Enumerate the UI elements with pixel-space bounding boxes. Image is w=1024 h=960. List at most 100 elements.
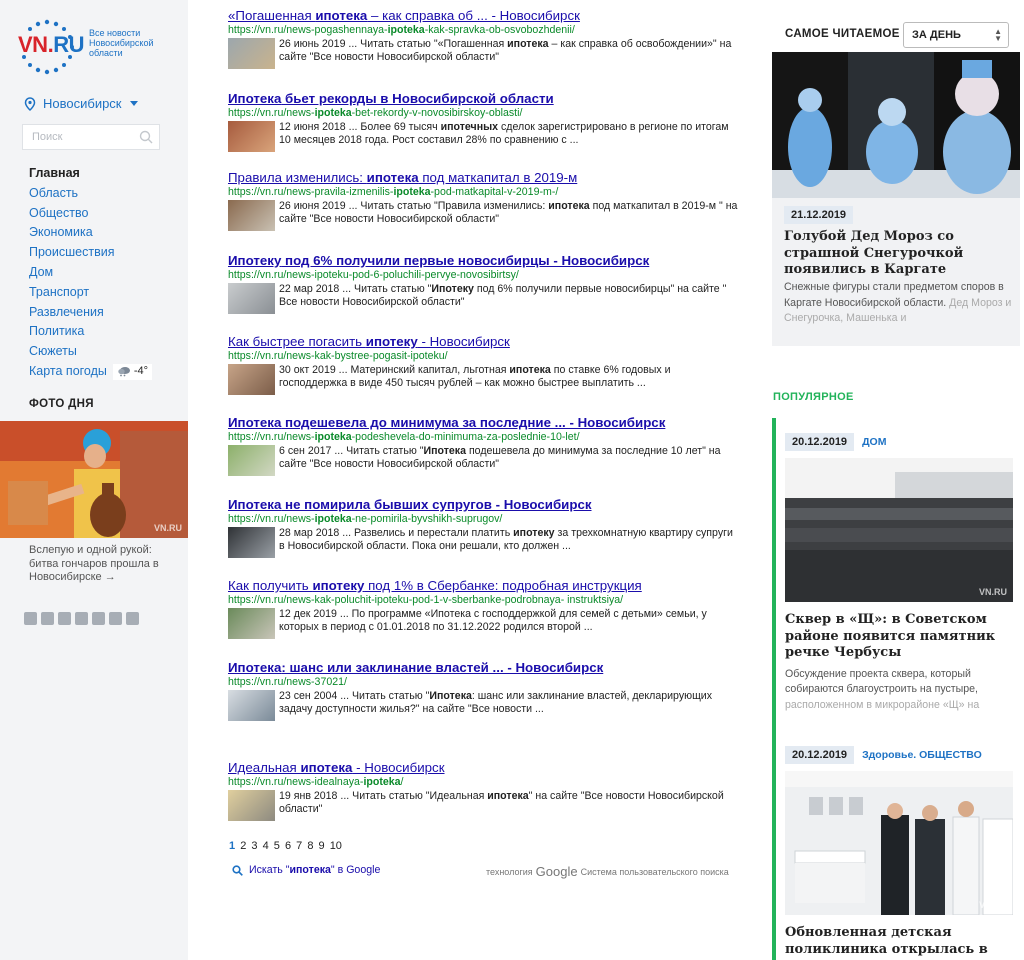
- search-icon[interactable]: [139, 130, 153, 144]
- search-input[interactable]: Поиск: [22, 124, 160, 150]
- popular-image[interactable]: VN.RU: [785, 458, 1013, 602]
- twitter-icon[interactable]: [41, 612, 54, 625]
- weather-badge[interactable]: -4°: [112, 363, 153, 380]
- search-result: Идеальная ипотека - Новосибирск https://v…: [228, 760, 738, 821]
- result-thumbnail[interactable]: [228, 200, 275, 231]
- weather-map-label: Карта погоды: [29, 363, 107, 378]
- popular-image[interactable]: VN.RU: [785, 771, 1013, 915]
- nav-item-entertainment[interactable]: Развлечения: [29, 303, 152, 323]
- result-snippet: 19 янв 2018 ... Читать статью "Идеальная…: [279, 790, 724, 816]
- city-selector[interactable]: Новосибирск: [23, 96, 138, 111]
- result-url: https://vn.ru/news-pogashennaya-ipoteka-…: [228, 24, 575, 36]
- result-title-link[interactable]: Идеальная ипотека - Новосибирск: [228, 760, 738, 776]
- period-select[interactable]: ЗА ДЕНЬ ▲ ▼: [903, 22, 1009, 48]
- result-body: 22 мар 2018 ... Читать статью "Ипотеку п…: [228, 283, 738, 314]
- result-body: 26 июнь 2019 ... Читать статью "«Погашен…: [228, 38, 738, 69]
- youtube-icon[interactable]: [58, 612, 71, 625]
- telegram-icon[interactable]: [109, 612, 122, 625]
- photo-watermark: VN.RU: [153, 523, 182, 533]
- result-snippet: 26 июнь 2019 ... Читать статью "«Погашен…: [279, 38, 732, 64]
- page-link[interactable]: 2: [240, 840, 246, 852]
- rss-icon[interactable]: [75, 612, 88, 625]
- photo-of-day-title: ФОТО ДНЯ: [29, 398, 94, 410]
- popular-card[interactable]: 20.12.2019 ДОМ VN.RU Сквер в «Щ»: в Сове…: [785, 432, 1020, 713]
- nav-item-main[interactable]: Главная: [29, 164, 152, 184]
- page-link[interactable]: 9: [319, 840, 325, 852]
- result-thumbnail[interactable]: [228, 690, 275, 721]
- result-snippet: 12 дек 2019 ... По программе «Ипотека с …: [279, 608, 707, 634]
- page-link[interactable]: 3: [251, 840, 257, 852]
- popular-headline[interactable]: Сквер в «Щ»: в Советском районе появится…: [785, 612, 1017, 662]
- most-read-image[interactable]: [772, 52, 1020, 198]
- search-result: Ипотека: шанс или заклинание властей ...…: [228, 660, 738, 721]
- page-link[interactable]: 5: [274, 840, 280, 852]
- nav-item-stories[interactable]: Сюжеты: [29, 342, 152, 362]
- most-read-card[interactable]: 21.12.2019 Голубой Дед Мороз со страшной…: [772, 52, 1020, 346]
- result-thumbnail[interactable]: [228, 283, 275, 314]
- result-thumbnail[interactable]: [228, 790, 275, 821]
- nav-item-home[interactable]: Дом: [29, 263, 152, 283]
- vk-icon[interactable]: [24, 612, 37, 625]
- select-arrows-icon: ▲ ▼: [994, 27, 1002, 43]
- site-logo[interactable]: VN.RU Все новости Новосибирской области: [18, 18, 168, 78]
- nav-item-region[interactable]: Область: [29, 184, 152, 204]
- google-search-text: Искать "ипотека" в Google: [249, 864, 381, 876]
- most-read-headline[interactable]: Голубой Дед Мороз со страшной Снегурочко…: [784, 229, 1016, 279]
- result-url: https://vn.ru/news-kak-poluchit-ipoteku-…: [228, 594, 624, 606]
- result-body: 19 янв 2018 ... Читать статью "Идеальная…: [228, 790, 738, 821]
- result-thumbnail[interactable]: [228, 608, 275, 639]
- popular-rubric[interactable]: Здоровье. ОБЩЕСТВО: [862, 749, 982, 761]
- photo-of-day-caption[interactable]: Вслепую и одной рукой: битва гончаров пр…: [29, 544, 179, 585]
- nav-item-society[interactable]: Общество: [29, 204, 152, 224]
- page-link[interactable]: 4: [263, 840, 269, 852]
- result-body: 12 дек 2019 ... По программе «Ипотека с …: [228, 608, 738, 639]
- result-title-link[interactable]: Ипотеку под 6% получили первые новосибир…: [228, 253, 738, 269]
- result-body: 6 сен 2017 ... Читать статью "Ипотека по…: [228, 445, 738, 476]
- result-title-link[interactable]: Как получить ипотеку под 1% в Сбербанке:…: [228, 578, 738, 594]
- result-title-link[interactable]: Правила изменились: ипотека под маткапит…: [228, 170, 738, 186]
- result-title-link[interactable]: Как быстрее погасить ипотеку - Новосибир…: [228, 334, 738, 350]
- result-title-link[interactable]: Ипотека подешевела до минимума за послед…: [228, 415, 738, 431]
- popular-card[interactable]: 20.12.2019 Здоровье. ОБЩЕСТВО VN.RU Обно…: [785, 745, 1020, 960]
- popular-headline[interactable]: Обновленная детская поликлиника открылас…: [785, 925, 1017, 960]
- result-title-link[interactable]: Ипотека бьет рекорды в Новосибирской обл…: [228, 91, 738, 107]
- result-url: https://vn.ru/news-ipoteka-podeshevela-d…: [228, 431, 580, 443]
- page-link[interactable]: 6: [285, 840, 291, 852]
- result-url: https://vn.ru/news-ipoteku-pod-6-poluchi…: [228, 269, 519, 281]
- result-thumbnail[interactable]: [228, 527, 275, 558]
- page-link[interactable]: 10: [330, 840, 342, 852]
- result-body: 23 сен 2004 ... Читать статью "Ипотека: …: [228, 690, 738, 721]
- result-title-link[interactable]: Ипотека не помирила бывших супругов - Но…: [228, 497, 738, 513]
- result-body: 30 окт 2019 ... Материнский капитал, льг…: [228, 364, 738, 395]
- page-link[interactable]: 7: [296, 840, 302, 852]
- city-name: Новосибирск: [43, 96, 122, 111]
- odnoklassniki-icon[interactable]: [92, 612, 105, 625]
- nav-item-economy[interactable]: Экономика: [29, 223, 152, 243]
- most-read-date: 21.12.2019: [784, 206, 854, 224]
- page-current[interactable]: 1: [229, 840, 235, 852]
- result-url: https://vn.ru/news-kak-bystree-pogasit-i…: [228, 350, 448, 362]
- most-read-description: Снежные фигуры стали предметом споров в …: [784, 281, 1012, 324]
- result-thumbnail[interactable]: [228, 445, 275, 476]
- nav-item-politics[interactable]: Политика: [29, 322, 152, 342]
- popular-rubric[interactable]: ДОМ: [862, 436, 886, 448]
- photo-of-day-image[interactable]: VN.RU: [0, 421, 188, 538]
- photo-of-day-illustration: [0, 421, 188, 538]
- result-body: 28 мар 2018 ... Развелись и перестали пл…: [228, 527, 738, 558]
- result-thumbnail[interactable]: [228, 364, 275, 395]
- result-thumbnail[interactable]: [228, 121, 275, 152]
- result-title-link[interactable]: Ипотека: шанс или заклинание властей ...…: [228, 660, 738, 676]
- result-snippet: 12 июня 2018 ... Более 69 тысяч ипотечны…: [279, 121, 729, 147]
- page-link[interactable]: 8: [307, 840, 313, 852]
- page: VN.RU Все новости Новосибирской области …: [0, 0, 1024, 960]
- search-result: Ипотека бьет рекорды в Новосибирской обл…: [228, 91, 738, 152]
- nav-item-incidents[interactable]: Происшествия: [29, 243, 152, 263]
- mail-icon[interactable]: [126, 612, 139, 625]
- result-thumbnail[interactable]: [228, 38, 275, 69]
- nav-item-transport[interactable]: Транспорт: [29, 283, 152, 303]
- popular-card-meta: 20.12.2019 ДОМ: [785, 432, 1020, 452]
- google-search-link[interactable]: Искать "ипотека" в Google: [232, 864, 380, 876]
- main-nav: Главная Область Общество Экономика Проис…: [29, 164, 153, 382]
- nav-item-weather-map[interactable]: Карта погоды -4°: [29, 362, 153, 382]
- result-title-link[interactable]: «Погашенная ипотека – как справка об ...…: [228, 8, 738, 24]
